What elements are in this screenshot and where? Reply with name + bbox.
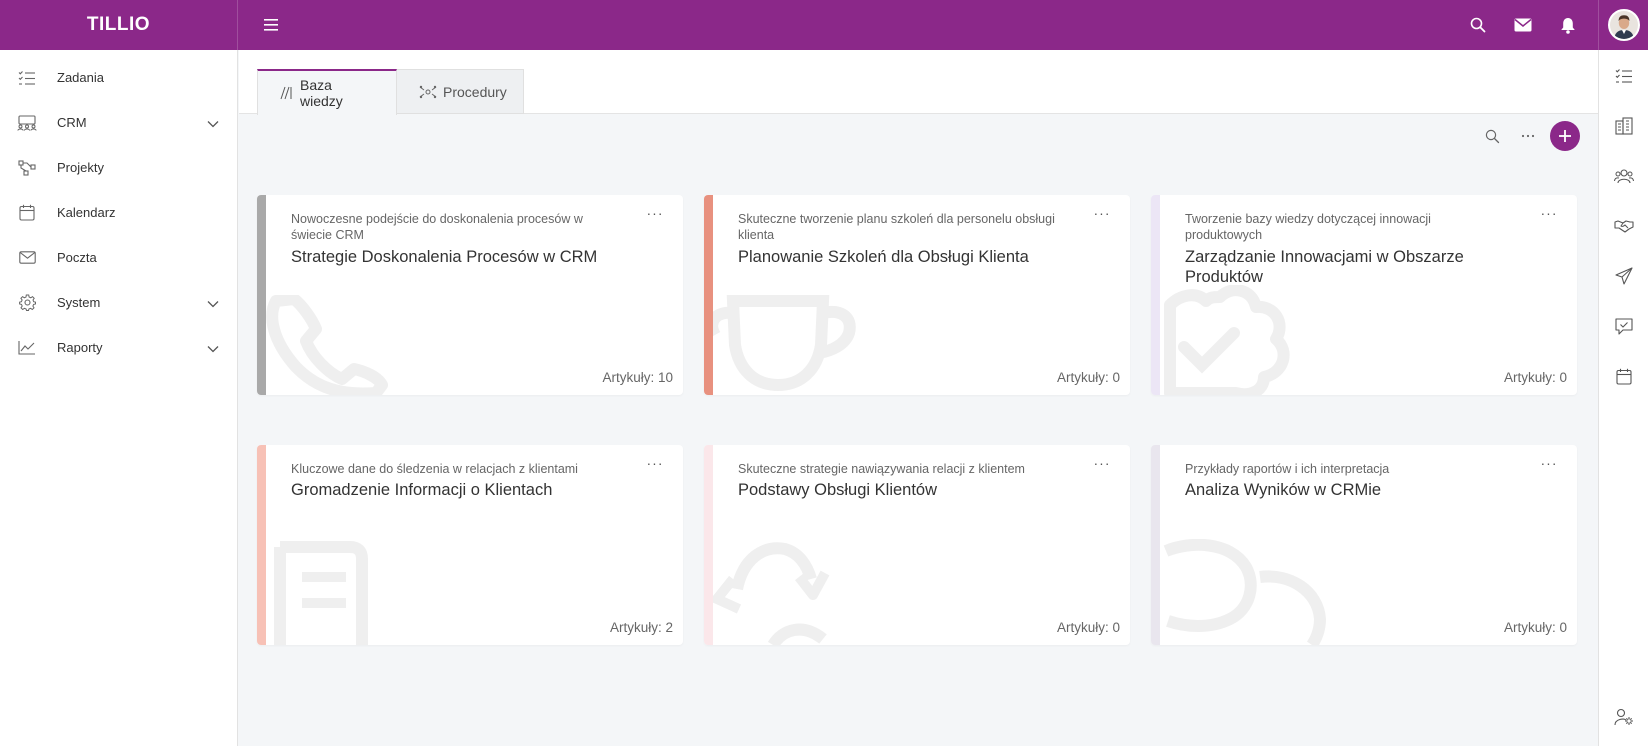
comments-icon [1163,539,1327,645]
rail-tasks-icon[interactable] [1599,51,1648,101]
sidebar-item-projekty[interactable]: Projekty [0,145,237,190]
card-title: Planowanie Szkoleń dla Obsługi Klienta [738,248,1029,266]
rail-handshake-icon[interactable] [1599,201,1648,251]
article-count: Artykuły: 0 [1503,370,1567,385]
rail-send-icon[interactable] [1599,251,1648,301]
bell-icon[interactable] [1545,0,1590,50]
sidebar-item-system[interactable]: System [0,280,237,325]
knowledge-card[interactable]: Nowoczesne podejście do doskonalenia pro… [257,195,683,395]
chevron-down-icon[interactable] [207,340,219,358]
user-menu[interactable] [1598,0,1648,50]
card-color-bar [1151,445,1160,645]
card-more-icon[interactable]: ··· [1537,455,1561,471]
article-count: Artykuły: 0 [1056,620,1120,635]
calendar-icon [17,203,37,223]
card-title: Podstawy Obsługi Klientów [738,481,938,499]
card-subtitle: Kluczowe dane do śledzenia w relacjach z… [291,462,578,476]
sidebar-item-raporty[interactable]: Raporty [0,325,237,370]
tab-bar: Baza wiedzy Procedury [239,50,1598,115]
card-subtitle: Tworzenie bazy wiedzy dotyczącej innowac… [1185,212,1431,242]
sidebar-item-label: Projekty [57,160,104,175]
right-rail [1598,50,1648,746]
knowledge-card[interactable]: Skuteczne tworzenie planu szkoleń dla pe… [704,195,1130,395]
card-more-icon[interactable]: ··· [1090,455,1114,471]
card-more-icon[interactable]: ··· [643,455,667,471]
rail-buildings-icon[interactable] [1599,101,1648,151]
recycle-icon [713,542,830,645]
more-options-icon[interactable] [1510,121,1546,151]
sidebar-item-zadania[interactable]: Zadania [0,55,237,100]
projects-icon [17,158,37,178]
rail-settings-user-icon[interactable] [1599,692,1648,742]
badge-check-icon [1164,285,1290,395]
sidebar: Zadania CRM Projekty Kalendarz Poczta Sy… [0,50,238,746]
card-title: Analiza Wyników w CRMie [1185,481,1382,499]
add-button[interactable] [1550,121,1580,151]
card-subtitle: Przykłady raportów i ich interpretacja [1185,462,1390,476]
trophy-icon [713,295,856,392]
chart-icon [17,338,37,358]
sidebar-item-poczta[interactable]: Poczta [0,235,237,280]
card-subtitle: Skuteczne strategie nawiązywania relacji… [738,462,1025,476]
menu-toggle-icon[interactable] [264,0,282,50]
card-title: Zarządzanie Innowacjami w Obszarze Produ… [1185,248,1464,286]
card-color-bar [257,445,266,645]
sidebar-item-label: CRM [57,115,87,130]
tab-label: Procedury [443,83,507,100]
article-count: Artykuły: 10 [602,370,673,385]
search-icon[interactable] [1474,121,1510,151]
plus-icon [1559,130,1571,142]
card-color-bar [257,195,266,395]
card-more-icon[interactable]: ··· [1537,205,1561,221]
tab-procedury[interactable]: Procedury [397,69,524,114]
card-more-icon[interactable]: ··· [643,205,667,221]
card-more-icon[interactable]: ··· [1090,205,1114,221]
app-logo[interactable]: TILLIO [0,0,238,50]
sidebar-item-label: Raporty [57,340,103,355]
tab-label: Baza wiedzy [300,77,343,109]
envelope-icon[interactable] [1500,0,1545,50]
card-subtitle: Skuteczne tworzenie planu szkoleń dla pe… [738,212,1055,242]
mail-icon [17,248,37,268]
chevron-down-icon[interactable] [207,295,219,313]
sidebar-item-kalendarz[interactable]: Kalendarz [0,190,237,235]
chevron-down-icon[interactable] [207,115,219,133]
card-subtitle: Nowoczesne podejście do doskonalenia pro… [291,212,583,242]
sidebar-item-crm[interactable]: CRM [0,100,237,145]
procedures-icon [419,85,437,99]
rail-calendar-icon[interactable] [1599,351,1648,401]
sidebar-item-label: Kalendarz [57,205,116,220]
content-toolbar [1474,121,1580,151]
rail-users-icon[interactable] [1599,151,1648,201]
sidebar-item-label: System [57,295,101,310]
rail-chat-check-icon[interactable] [1599,301,1648,351]
article-count: Artykuły: 0 [1056,370,1120,385]
card-title: Gromadzenie Informacji o Klientach [291,481,553,499]
knowledge-card[interactable]: Kluczowe dane do śledzenia w relacjach z… [257,445,683,645]
knowledge-card[interactable]: Przykłady raportów i ich interpretacja A… [1151,445,1577,645]
main-content: Baza wiedzy Procedury Nowoczesne podejśc… [239,50,1598,746]
article-count: Artykuły: 0 [1503,620,1567,635]
gear-icon [17,293,37,313]
knowledge-card[interactable]: Skuteczne strategie nawiązywania relacji… [704,445,1130,645]
search-icon[interactable] [1455,0,1500,50]
card-color-bar [1151,195,1160,395]
card-color-bar [704,445,713,645]
article-count: Artykuły: 2 [609,620,673,635]
top-bar: TILLIO [0,0,1648,50]
tasks-icon [17,68,37,88]
knowledge-card[interactable]: Tworzenie bazy wiedzy dotyczącej innowac… [1151,195,1577,395]
document-icon [274,541,368,645]
avatar[interactable] [1607,9,1640,41]
card-title: Strategie Doskonalenia Procesów w CRM [291,248,598,266]
crm-icon [17,113,37,133]
knowledge-icon [280,86,294,100]
phone-icon [266,295,388,395]
card-color-bar [704,195,713,395]
sidebar-item-label: Poczta [57,250,97,265]
tab-baza-wiedzy[interactable]: Baza wiedzy [257,69,397,115]
sidebar-item-label: Zadania [57,70,104,85]
